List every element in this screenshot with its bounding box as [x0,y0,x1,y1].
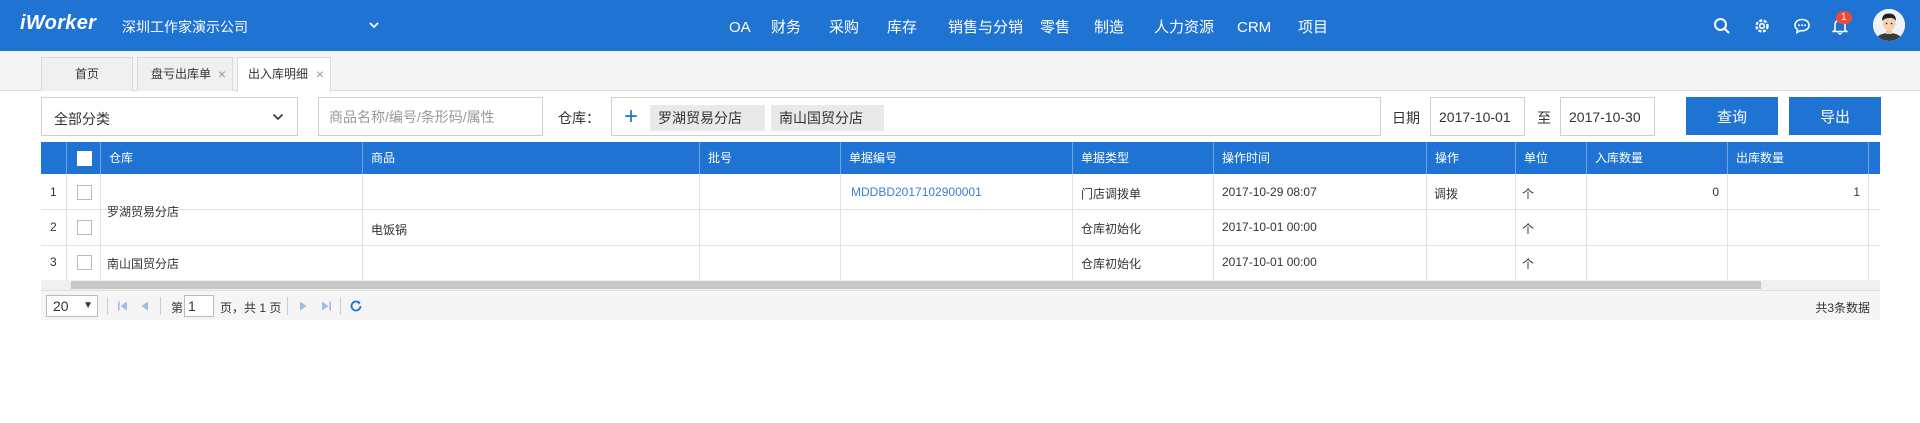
cell-doc-type: 门店调拨单 [1081,187,1142,201]
cell-unit: 个 [1522,257,1535,271]
cell-in-qty: 0 [1712,185,1719,199]
row-number: 1 [50,185,57,199]
cell-operation: 调拨 [1434,187,1459,201]
company-name[interactable]: 深圳工作家演示公司 [122,17,248,37]
row-divider [41,209,1880,210]
main-nav: OA 财务 采购 库存 销售与分销 零售 制造 人力资源 CRM 项目 [729,0,1338,51]
col-header-unit[interactable]: 单位 [1515,142,1586,174]
tab-label: 出入库明细 [248,67,309,81]
caret-down-icon: ▼ [83,300,93,311]
query-button[interactable]: 查询 [1686,97,1778,135]
page-size-value: 20 [53,298,69,314]
col-header-out-qty[interactable]: 出库数量 [1727,142,1868,174]
date-label: 日期 [1392,110,1420,126]
horizontal-scrollbar[interactable] [41,280,1880,290]
cell-time: 2017-10-01 00:00 [1222,255,1317,269]
cell-unit: 个 [1522,187,1535,201]
tab-bar: 首页 盘亏出库单 × 出入库明细 × [0,51,1920,92]
refresh-icon[interactable] [349,299,363,318]
col-header-product[interactable]: 商品 [362,142,699,174]
search-icon[interactable] [1711,15,1733,37]
row-number: 3 [50,255,57,269]
nav-sales[interactable]: 销售与分销 [948,0,1033,51]
last-page-icon[interactable] [319,299,333,318]
tab-inout-detail[interactable]: 出入库明细 × [237,57,331,92]
notification-badge: 1 [1836,11,1852,24]
col-header-time[interactable]: 操作时间 [1213,142,1426,174]
row-checkbox[interactable] [77,185,92,200]
date-from-input[interactable] [1430,97,1525,136]
nav-inventory[interactable]: 库存 [887,0,937,51]
tab-home[interactable]: 首页 [41,57,133,91]
date-to-input[interactable] [1560,97,1655,136]
pagination-bar: 20 ▼ 第 1 页，共 1 页 共3条数据 [41,290,1880,320]
warehouse-chip[interactable]: 南山国贸分店 [771,105,884,131]
cell-doc-no-link[interactable]: MDDBD2017102900001 [851,185,982,199]
row-checkbox[interactable] [77,255,92,270]
chevron-down-icon [271,110,285,129]
top-bar: iWorker 深圳工作家演示公司 OA 财务 采购 库存 销售与分销 零售 制… [0,0,1920,51]
next-page-icon[interactable] [296,299,310,318]
plus-icon[interactable]: + [624,104,638,130]
page-prefix: 第 [171,301,184,315]
row-checkbox[interactable] [77,220,92,235]
warehouse-field[interactable]: + 罗湖贸易分店 南山国贸分店 [611,97,1381,136]
date-separator: 至 [1537,110,1551,126]
app-logo[interactable]: iWorker [20,12,96,35]
data-grid: 仓库 商品 批号 单据编号 单据类型 操作时间 操作 单位 入库数量 出库数量 … [41,142,1880,322]
category-value: 全部分类 [54,111,110,127]
row-number: 2 [50,220,57,234]
cell-warehouse: 罗湖贸易分店 [107,205,180,219]
first-page-icon[interactable] [116,299,130,318]
select-all-checkbox[interactable] [77,151,92,166]
col-header-operation[interactable]: 操作 [1426,142,1515,174]
tab-loss-out[interactable]: 盘亏出库单 × [137,57,233,91]
nav-manufacturing[interactable]: 制造 [1094,0,1144,51]
tab-label: 首页 [74,67,99,81]
warehouse-chip[interactable]: 罗湖贸易分店 [650,105,765,131]
col-header-batch[interactable]: 批号 [699,142,840,174]
cell-time: 2017-10-01 00:00 [1222,220,1317,234]
close-icon[interactable]: × [218,58,226,91]
product-search-input[interactable] [318,97,543,136]
avatar[interactable] [1873,9,1905,41]
cell-doc-type: 仓库初始化 [1081,257,1142,271]
prev-page-icon[interactable] [138,299,152,318]
nav-oa[interactable]: OA [729,0,769,51]
category-select[interactable]: 全部分类 [41,97,298,136]
col-header-doc-type[interactable]: 单据类型 [1072,142,1213,174]
nav-purchase[interactable]: 采购 [829,0,879,51]
cell-unit: 个 [1522,222,1535,236]
page-info: 页，共 1 页 [220,301,282,315]
row-divider [41,245,1880,246]
nav-project[interactable]: 项目 [1298,0,1338,51]
nav-finance[interactable]: 财务 [771,0,821,51]
scrollbar-thumb[interactable] [71,281,1761,289]
cell-product: 电饭锅 [371,223,408,237]
chevron-down-icon[interactable] [368,18,380,36]
export-button[interactable]: 导出 [1789,97,1881,135]
warehouse-label: 仓库： [558,110,600,126]
total-records: 共3条数据 [1815,301,1870,315]
cell-time: 2017-10-29 08:07 [1222,185,1317,199]
col-header-warehouse[interactable]: 仓库 [100,142,362,174]
nav-crm[interactable]: CRM [1237,0,1282,51]
page-number-input[interactable]: 1 [184,295,214,317]
nav-hr[interactable]: 人力资源 [1154,0,1224,51]
grid-header: 仓库 商品 批号 单据编号 单据类型 操作时间 操作 单位 入库数量 出库数量 [41,142,1880,174]
col-header-doc-no[interactable]: 单据编号 [840,142,1072,174]
close-icon[interactable]: × [316,58,324,91]
nav-retail[interactable]: 零售 [1040,0,1090,51]
tab-label: 盘亏出库单 [151,67,212,81]
cell-doc-type: 仓库初始化 [1081,222,1142,236]
page-size-select[interactable]: 20 ▼ [46,295,98,317]
cell-out-qty: 1 [1853,185,1860,199]
gear-icon[interactable] [1751,15,1773,37]
cell-warehouse: 南山国贸分店 [107,257,180,271]
chat-icon[interactable] [1791,15,1813,37]
col-header-in-qty[interactable]: 入库数量 [1586,142,1727,174]
